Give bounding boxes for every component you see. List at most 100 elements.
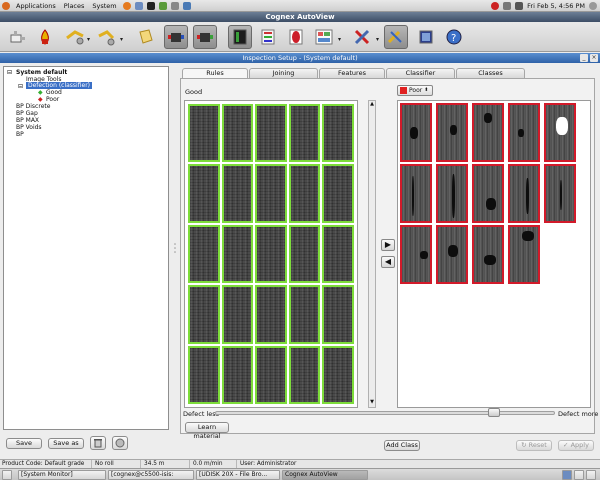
taskbar-cognex-autoview[interactable]: Cognex AutoView xyxy=(282,470,368,480)
poor-sample-tile[interactable] xyxy=(436,164,468,223)
good-sample-tile[interactable] xyxy=(221,224,254,284)
monitor-icon[interactable] xyxy=(170,1,179,10)
menu-system[interactable]: System xyxy=(90,2,118,10)
chart-app-icon[interactable] xyxy=(182,1,191,10)
good-sample-tile[interactable] xyxy=(221,285,254,344)
tab-rules[interactable]: Rules xyxy=(182,68,248,78)
poor-sample-tile[interactable] xyxy=(436,225,468,284)
scroll-up-icon[interactable]: ▲ xyxy=(369,101,375,109)
gear-arrow-icon[interactable] xyxy=(95,25,119,49)
volume-icon[interactable] xyxy=(515,2,524,10)
tree-root[interactable]: System default xyxy=(16,69,67,76)
add-class-button[interactable]: Add Class xyxy=(384,440,420,451)
good-sample-tile[interactable] xyxy=(221,104,254,163)
tab-joining[interactable]: Joining xyxy=(249,68,318,78)
good-sample-tile[interactable] xyxy=(188,104,220,163)
save-as-button[interactable]: Save as xyxy=(48,438,84,449)
tab-features[interactable]: Features xyxy=(319,68,385,78)
good-sample-tile[interactable] xyxy=(188,345,220,404)
sensitivity-slider[interactable] xyxy=(215,411,555,415)
help-icon[interactable]: ? xyxy=(442,25,466,49)
good-sample-tile[interactable] xyxy=(322,164,354,223)
panel-clock[interactable]: Fri Feb 5, 4:56 PM xyxy=(527,2,585,10)
layout-icon[interactable] xyxy=(312,25,336,49)
poor-sample-tile[interactable] xyxy=(472,164,504,223)
poor-sample-tile[interactable] xyxy=(472,103,504,162)
poor-sample-tile[interactable] xyxy=(472,225,504,284)
alert-icon[interactable] xyxy=(491,2,500,10)
good-sample-tile[interactable] xyxy=(288,104,321,163)
tab-classes[interactable]: Classes xyxy=(456,68,525,78)
cylinder-icon[interactable] xyxy=(193,25,217,49)
good-sample-tile[interactable] xyxy=(188,164,220,223)
good-samples-panel[interactable] xyxy=(184,100,358,408)
dialog-minimize-icon[interactable]: _ xyxy=(580,54,588,62)
chevron-down-icon[interactable]: ▾ xyxy=(87,36,90,43)
tree-item-poor[interactable]: Poor xyxy=(46,96,59,103)
good-panel-scrollbar[interactable]: ▲ ▼ xyxy=(368,100,376,408)
network-icon[interactable] xyxy=(503,2,512,10)
good-sample-tile[interactable] xyxy=(221,345,254,404)
slider-knob[interactable] xyxy=(487,408,500,417)
poor-sample-tile[interactable] xyxy=(508,225,540,284)
tree-item-good[interactable]: Good xyxy=(46,89,62,96)
list-icon[interactable] xyxy=(256,25,280,49)
calculator-icon[interactable] xyxy=(158,1,167,10)
firefox-icon[interactable] xyxy=(122,1,131,10)
good-sample-tile[interactable] xyxy=(255,104,287,163)
good-sample-tile[interactable] xyxy=(288,345,321,404)
good-sample-tile[interactable] xyxy=(255,224,287,284)
tree-item-defection[interactable]: Defection (classifier) xyxy=(26,82,92,89)
good-sample-tile[interactable] xyxy=(188,285,220,344)
taskbar-file-browser[interactable]: [UDISK 20X - File Bro... xyxy=(196,470,280,480)
tree-item-bp-gap[interactable]: BP Gap xyxy=(16,110,38,117)
tree-expander-icon[interactable]: ⊟ xyxy=(7,69,12,76)
tree-item-bp-voids[interactable]: BP Voids xyxy=(16,124,42,131)
panel-splitter[interactable] xyxy=(172,66,178,430)
move-right-button[interactable]: ▶ xyxy=(381,239,395,251)
email-icon[interactable] xyxy=(134,1,143,10)
tree-item-bp-max[interactable]: BP MAX xyxy=(16,117,39,124)
workspace-2-icon[interactable] xyxy=(574,470,584,480)
save-button[interactable]: Save xyxy=(6,438,42,449)
tree-item-bp[interactable]: BP xyxy=(16,131,24,138)
menu-places[interactable]: Places xyxy=(62,2,87,10)
good-sample-tile[interactable] xyxy=(255,285,287,344)
terminal-icon[interactable] xyxy=(146,1,155,10)
poor-sample-tile[interactable] xyxy=(508,103,540,162)
tree-item-bp-discrete[interactable]: BP Discrete xyxy=(16,103,50,110)
frame-icon[interactable] xyxy=(414,25,438,49)
poor-sample-tile[interactable] xyxy=(544,164,576,223)
circle-badge-icon[interactable] xyxy=(284,25,308,49)
scroll-down-icon[interactable]: ▼ xyxy=(369,399,375,407)
good-sample-tile[interactable] xyxy=(255,345,287,404)
dialog-close-icon[interactable]: × xyxy=(590,54,598,62)
poor-sample-tile[interactable] xyxy=(400,225,432,284)
poor-sample-tile[interactable] xyxy=(400,103,432,162)
poor-sample-tile[interactable] xyxy=(508,164,540,223)
reset-button[interactable]: ↻ Reset xyxy=(516,440,552,451)
chevron-down-icon[interactable]: ▾ xyxy=(338,36,341,43)
good-sample-tile[interactable] xyxy=(322,345,354,404)
good-sample-tile[interactable] xyxy=(288,164,321,223)
delete-button[interactable] xyxy=(90,436,106,450)
show-desktop-button[interactable] xyxy=(2,470,12,480)
learn-material-button[interactable]: Learn material xyxy=(185,422,229,440)
power-icon[interactable] xyxy=(589,2,597,10)
camera-icon[interactable] xyxy=(6,25,30,49)
good-sample-tile[interactable] xyxy=(255,164,287,223)
good-sample-tile[interactable] xyxy=(288,285,321,344)
good-sample-tile[interactable] xyxy=(221,164,254,223)
tools-icon[interactable] xyxy=(350,25,374,49)
draw-icon[interactable] xyxy=(384,25,408,49)
poor-sample-tile[interactable] xyxy=(436,103,468,162)
trash-icon[interactable] xyxy=(586,470,596,480)
good-sample-tile[interactable] xyxy=(322,104,354,163)
cylinder-icon[interactable] xyxy=(164,25,188,49)
poor-samples-panel[interactable] xyxy=(397,100,591,408)
inspection-tree[interactable]: ⊟ System default Image Tools ⊟ Defection… xyxy=(3,66,169,430)
good-sample-tile[interactable] xyxy=(288,224,321,284)
document-icon[interactable] xyxy=(134,25,158,49)
good-sample-tile[interactable] xyxy=(322,224,354,284)
menu-applications[interactable]: Applications xyxy=(14,2,58,10)
